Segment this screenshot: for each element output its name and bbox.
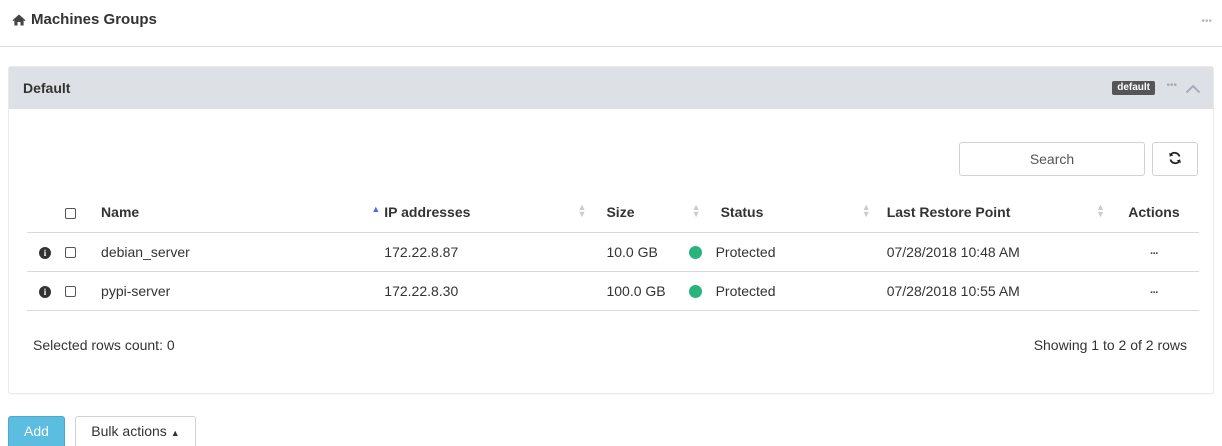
page-title-text: Machines Groups	[31, 11, 157, 28]
row-actions-menu-icon[interactable]: ···	[1150, 287, 1159, 299]
cell-name: debian_server	[91, 232, 377, 272]
column-header-actions: Actions	[1108, 193, 1199, 233]
column-header-last-restore-point-label: Last Restore Point	[886, 204, 1011, 221]
column-header-ip-label: IP addresses	[384, 204, 471, 221]
cell-ip: 172.22.8.30	[376, 271, 599, 311]
refresh-icon	[1168, 151, 1182, 168]
column-header-actions-label: Actions	[1128, 204, 1180, 221]
group-badge: default	[1112, 81, 1155, 95]
cell-status: Protected	[688, 232, 879, 272]
panel-header[interactable]: Default default •••	[9, 67, 1213, 109]
table-row[interactable]: i pypi-server 172.22.8.30 100.0 GB Prote…	[27, 271, 1199, 311]
cell-status: Protected	[688, 271, 879, 311]
table-header-row: Name ▲ IP addresses ▲ ▼ Size ▲ ▼ Status ▲ ▼…	[27, 193, 1199, 233]
bulk-actions-button[interactable]: Bulk actions ▲	[75, 416, 196, 446]
cell-ip: 172.22.8.87	[376, 232, 599, 272]
status-dot-icon	[688, 285, 702, 299]
sort-icon: ▲ ▼	[691, 202, 701, 219]
more-horizontal-icon[interactable]: •••	[1166, 80, 1177, 91]
row-checkbox[interactable]	[65, 286, 77, 298]
caret-up-icon: ▲	[170, 428, 180, 438]
column-header-status-label: Status	[720, 204, 764, 221]
table-row[interactable]: i debian_server 172.22.8.87 10.0 GB Prot…	[27, 232, 1199, 272]
info-icon[interactable]: i	[39, 285, 51, 298]
pagination-info: Showing 1 to 2 of 2 rows	[1033, 337, 1187, 353]
column-header-status[interactable]: Status ▲ ▼	[708, 193, 879, 233]
search-input[interactable]	[959, 142, 1145, 176]
machines-table: Name ▲ IP addresses ▲ ▼ Size ▲ ▼ Status ▲ ▼…	[27, 193, 1199, 311]
page-header: Machines Groups •••	[0, 0, 1222, 47]
cell-last-restore-point: 07/28/2018 10:55 AM	[878, 271, 1109, 311]
sort-icon: ▲ ▼	[1095, 202, 1105, 219]
sort-icon: ▲ ▼	[861, 202, 871, 219]
refresh-button[interactable]	[1152, 142, 1198, 176]
home-icon	[12, 14, 26, 26]
selected-rows-count: Selected rows count: 0	[33, 337, 175, 353]
cell-name: pypi-server	[91, 271, 377, 311]
page-title: Machines Groups	[12, 11, 157, 28]
select-all-checkbox[interactable]	[65, 208, 77, 220]
column-header-name-label: Name	[101, 204, 140, 221]
status-label: Protected	[715, 243, 776, 260]
row-checkbox[interactable]	[65, 247, 77, 259]
chevron-up-icon[interactable]	[1185, 81, 1201, 97]
row-actions-menu-icon[interactable]: ···	[1150, 248, 1159, 260]
status-dot-icon	[688, 246, 702, 260]
sort-icon: ▲ ▼	[577, 202, 587, 219]
info-column-header	[27, 193, 54, 233]
group-title: Default	[23, 80, 71, 96]
add-button[interactable]: Add	[8, 416, 65, 446]
cell-last-restore-point: 07/28/2018 10:48 AM	[878, 232, 1109, 272]
info-icon[interactable]: i	[39, 246, 51, 259]
more-horizontal-icon[interactable]: •••	[1201, 16, 1212, 27]
select-all-header	[53, 193, 92, 233]
status-label: Protected	[715, 282, 776, 299]
machine-group-panel: Default default ••• Name	[8, 66, 1214, 394]
column-header-last-restore-point[interactable]: Last Restore Point ▲ ▼	[878, 193, 1109, 233]
column-header-name[interactable]: Name ▲	[91, 193, 380, 233]
bulk-actions-label: Bulk actions	[91, 423, 167, 439]
column-header-ip[interactable]: IP addresses ▲ ▼	[376, 193, 599, 233]
column-header-size-label: Size	[606, 204, 635, 221]
column-header-size[interactable]: Size ▲ ▼	[598, 193, 709, 233]
